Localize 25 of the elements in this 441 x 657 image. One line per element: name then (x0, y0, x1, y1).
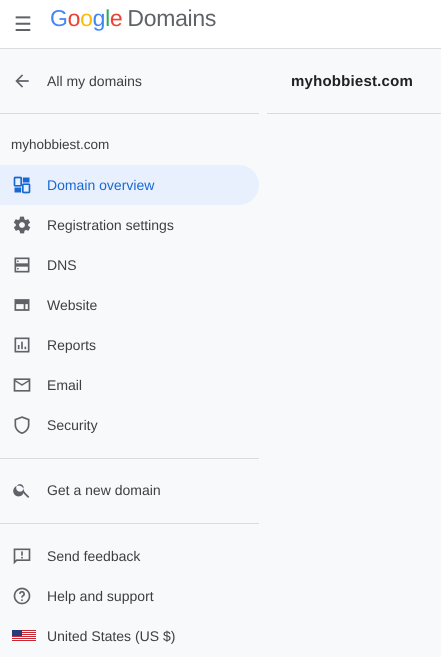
nav-item[interactable]: DNS (0, 245, 259, 285)
domain-title: myhobbiest.com (291, 72, 413, 90)
feedback-icon (12, 546, 32, 566)
gear-icon (12, 215, 32, 235)
server-icon (12, 255, 32, 275)
domain-label: myhobbiest.com (11, 137, 110, 153)
nav-item[interactable]: Send feedback (0, 536, 259, 576)
product-name: Domains (127, 4, 216, 32)
back-link[interactable]: All my domains (12, 71, 142, 91)
logo[interactable]: Google (50, 4, 122, 32)
bar-chart-icon (12, 335, 32, 355)
nav-item[interactable]: Website (0, 285, 259, 325)
dashboard-icon (12, 175, 32, 195)
nav-item[interactable]: Get a new domain (0, 470, 259, 510)
nav-item[interactable]: Reports (0, 325, 259, 365)
nav-item[interactable]: Email (0, 365, 259, 405)
nav-item[interactable]: Registration settings (0, 205, 259, 245)
menu-button[interactable]: ☰ (12, 14, 34, 34)
nav-item[interactable]: Help and support (0, 576, 259, 616)
flag-icon (12, 630, 36, 642)
nav-item[interactable]: Security (0, 405, 259, 445)
shield-icon (12, 415, 32, 435)
help-icon (12, 586, 32, 606)
nav-item[interactable]: United States (US $) (0, 616, 259, 656)
nav-item[interactable]: Domain overview (0, 165, 259, 205)
